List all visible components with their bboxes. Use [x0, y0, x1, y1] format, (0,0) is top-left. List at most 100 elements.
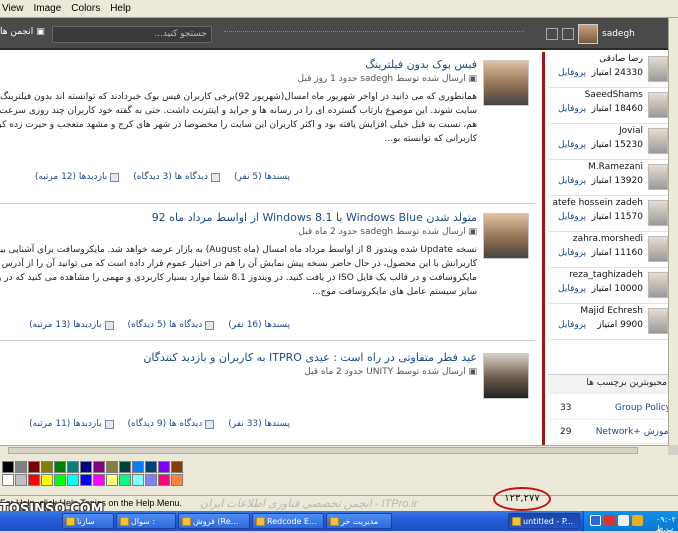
color-swatch[interactable]	[132, 461, 144, 473]
post-title[interactable]: عید فطر متفاوتی در راه است : عیدی ITPRO …	[143, 351, 477, 364]
color-swatch[interactable]	[2, 474, 14, 486]
color-swatch[interactable]	[119, 461, 131, 473]
user-avatar[interactable]	[648, 92, 668, 118]
profile-link[interactable]: پروفایل	[558, 212, 586, 222]
user-avatar[interactable]	[648, 128, 668, 154]
likes-link[interactable]: پسندها (5 نفر)	[234, 170, 290, 184]
color-swatch[interactable]	[132, 474, 144, 486]
profile-link[interactable]: پروفایل	[558, 176, 586, 186]
profile-link[interactable]: پروفایل	[558, 284, 586, 294]
color-swatch[interactable]	[67, 461, 79, 473]
forums-link[interactable]: انجمن ها ▣	[0, 27, 45, 37]
user-row[interactable]: رضا صادقی 24330 امتیاز پروفایل	[548, 52, 668, 88]
user-row[interactable]: SaeedShams 18460 امتیاز پروفایل	[548, 88, 668, 124]
post-title[interactable]: فیس بوک بدون فیلترینگ	[365, 58, 477, 71]
visits-link[interactable]: بازدیدها (13 مرتبه)	[29, 318, 114, 332]
menu-image[interactable]: Image	[34, 3, 62, 14]
color-swatch[interactable]	[54, 461, 66, 473]
user-row[interactable]: reza_taghizadeh 10000 امتیاز پروفایل	[548, 268, 668, 304]
color-swatch[interactable]	[158, 461, 170, 473]
user-name[interactable]: Jovial	[619, 126, 643, 136]
user-avatar[interactable]	[648, 56, 668, 82]
color-swatch[interactable]	[41, 474, 53, 486]
tray-volume-icon[interactable]	[632, 515, 643, 526]
color-swatch[interactable]	[106, 474, 118, 486]
user-name[interactable]: reza_taghizadeh	[569, 270, 643, 280]
taskbar-item[interactable]: سوال :	[116, 513, 176, 529]
color-swatch[interactable]	[171, 474, 183, 486]
taskbar-item[interactable]: فروش (Re...	[178, 513, 250, 529]
tag-name[interactable]: Group Policy	[615, 403, 668, 413]
taskbar-item[interactable]: Redcode E...	[252, 513, 324, 529]
author-avatar[interactable]	[483, 353, 529, 399]
likes-link[interactable]: پسندها (16 نفر)	[228, 318, 290, 332]
comments-link[interactable]: دیدگاه ها (3 دیدگاه)	[133, 170, 221, 184]
message-icon[interactable]	[562, 28, 574, 40]
author-avatar[interactable]	[483, 60, 529, 106]
color-swatch[interactable]	[54, 474, 66, 486]
comments-link[interactable]: دیدگاه ها (5 دیدگاه)	[128, 318, 215, 332]
color-swatch[interactable]	[15, 474, 27, 486]
color-swatch[interactable]	[93, 461, 105, 473]
taskbar-item-active[interactable]: untitled - P...	[508, 513, 580, 529]
user-name[interactable]: zahra.morshedi	[573, 234, 643, 244]
visits-link[interactable]: بازدیدها (12 مرتبه)	[35, 170, 120, 184]
color-swatch[interactable]	[28, 461, 40, 473]
color-swatch[interactable]	[145, 474, 157, 486]
user-name[interactable]: رضا صادقی	[599, 54, 643, 64]
post-title[interactable]: متولد شدن Windows Blue با Windows 8.1 از…	[152, 211, 477, 224]
tag-name[interactable]: Network+ آموزش	[596, 427, 668, 437]
color-swatch[interactable]	[93, 474, 105, 486]
user-row[interactable]: zahra.morshedi 11160 امتیاز پروفایل	[548, 232, 668, 268]
vertical-scrollbar[interactable]	[668, 18, 678, 445]
user-avatar[interactable]	[648, 164, 668, 190]
user-row[interactable]: M.Ramezani 13920 امتیاز پروفایل	[548, 160, 668, 196]
color-swatch[interactable]	[171, 461, 183, 473]
color-swatch[interactable]	[2, 461, 14, 473]
user-avatar[interactable]	[648, 236, 668, 262]
user-menu[interactable]: sadegh	[546, 23, 635, 45]
color-swatch[interactable]	[158, 474, 170, 486]
tray-b-icon[interactable]	[590, 515, 601, 526]
tag-row[interactable]: 29 Network+ آموزش	[548, 422, 668, 444]
profile-link[interactable]: پروفایل	[558, 104, 586, 114]
user-name[interactable]: Majid Echresh	[580, 306, 643, 316]
search-input[interactable]: جستجو کنید...	[52, 26, 212, 43]
color-swatch[interactable]	[15, 461, 27, 473]
tray-network-icon[interactable]	[618, 515, 629, 526]
menu-view[interactable]: View	[2, 3, 24, 14]
user-avatar[interactable]	[648, 272, 668, 298]
color-swatch[interactable]	[80, 461, 92, 473]
user-name[interactable]: atefe hossein zadeh	[552, 198, 643, 208]
color-swatch[interactable]	[106, 461, 118, 473]
tray-shield-icon[interactable]	[604, 515, 615, 526]
taskbar-item[interactable]: مدیریت خر	[326, 513, 392, 529]
menu-help[interactable]: Help	[110, 3, 131, 14]
taskbar-item[interactable]: سازنا	[62, 513, 114, 529]
user-avatar[interactable]	[648, 200, 668, 226]
user-avatar[interactable]	[648, 308, 668, 334]
color-swatch[interactable]	[80, 474, 92, 486]
notification-icon[interactable]	[546, 28, 558, 40]
user-row[interactable]: Jovial 15230 امتیاز پروفایل	[548, 124, 668, 160]
profile-link[interactable]: پروفایل	[558, 140, 586, 150]
likes-link[interactable]: پسندها (33 نفر)	[228, 417, 290, 431]
profile-link[interactable]: پروفایل	[558, 320, 586, 330]
color-swatch[interactable]	[41, 461, 53, 473]
user-name[interactable]: M.Ramezani	[588, 162, 643, 172]
color-swatch[interactable]	[145, 461, 157, 473]
color-swatch[interactable]	[67, 474, 79, 486]
tag-row[interactable]: 33 Group Policy	[548, 398, 668, 420]
user-row[interactable]: Majid Echresh 9900 امتیاز پروفایل	[548, 304, 668, 340]
visits-link[interactable]: بازدیدها (11 مرتبه)	[29, 417, 114, 431]
scroll-thumb[interactable]	[8, 447, 638, 454]
comments-link[interactable]: دیدگاه ها (9 دیدگاه)	[128, 417, 215, 431]
profile-link[interactable]: پروفایل	[558, 68, 586, 78]
menu-colors[interactable]: Colors	[71, 3, 100, 14]
author-avatar[interactable]	[483, 213, 529, 259]
color-swatch[interactable]	[119, 474, 131, 486]
user-row[interactable]: atefe hossein zadeh 11570 امتیاز پروفایل	[548, 196, 668, 232]
color-swatch[interactable]	[28, 474, 40, 486]
horizontal-scrollbar[interactable]	[0, 445, 668, 455]
user-name[interactable]: SaeedShams	[585, 90, 643, 100]
